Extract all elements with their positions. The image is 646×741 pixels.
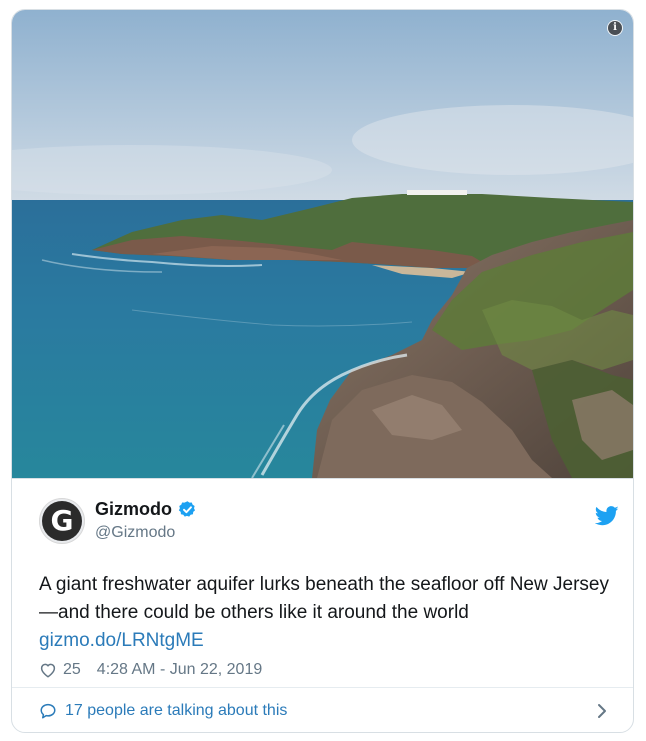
avatar-letter: G bbox=[42, 501, 82, 541]
author-handle[interactable]: @Gizmodo bbox=[95, 524, 175, 542]
like-button[interactable]: 25 bbox=[39, 661, 81, 679]
chevron-right-icon bbox=[598, 704, 606, 718]
coastline-photo bbox=[12, 10, 633, 478]
heart-icon bbox=[40, 663, 56, 678]
conversation-footer[interactable]: 17 people are talking about this bbox=[12, 687, 633, 732]
author-display-name[interactable]: Gizmodo bbox=[95, 499, 172, 520]
tweet-meta-row: 25 4:28 AM - Jun 22, 2019 bbox=[39, 661, 262, 679]
media-info-button[interactable]: i bbox=[607, 20, 623, 36]
like-count: 25 bbox=[63, 661, 81, 678]
tweet-author-header: G Gizmodo @Gizmodo bbox=[39, 496, 619, 546]
verified-badge-icon bbox=[178, 501, 196, 517]
avatar[interactable]: G bbox=[39, 498, 85, 544]
talking-count-text: 17 people are talking about this bbox=[65, 701, 288, 719]
tweet-link[interactable]: gizmo.do/LRNtgME bbox=[39, 627, 204, 655]
author-name-row: Gizmodo bbox=[95, 499, 197, 520]
tweet-media-photo[interactable]: i bbox=[12, 10, 633, 479]
speech-bubble-icon bbox=[40, 703, 56, 718]
tweet-text-block: A giant freshwater aquifer lurks beneath… bbox=[39, 571, 614, 655]
tweet-card: i G Gizmodo @Gizmodo A giant freshwater … bbox=[11, 9, 634, 733]
info-icon: i bbox=[608, 21, 622, 35]
twitter-bird-icon[interactable] bbox=[595, 506, 619, 526]
tweet-body-text: A giant freshwater aquifer lurks beneath… bbox=[39, 574, 609, 623]
tweet-timestamp[interactable]: 4:28 AM - Jun 22, 2019 bbox=[97, 661, 262, 679]
